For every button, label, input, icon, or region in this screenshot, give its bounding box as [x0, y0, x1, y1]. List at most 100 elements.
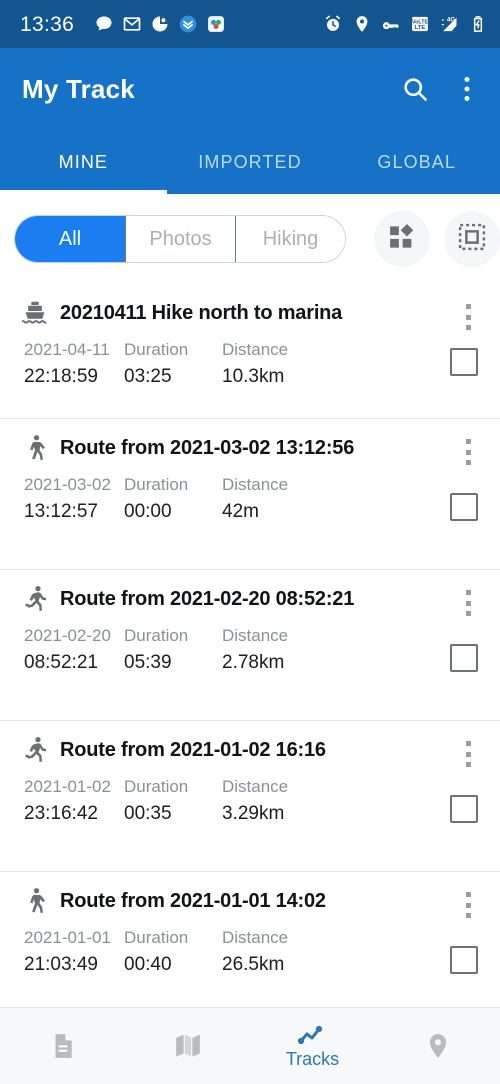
tab-global-label: GLOBAL [377, 151, 456, 172]
vpn-key-icon [381, 14, 401, 34]
track-stat-duration: Duration 05:39 [124, 624, 222, 676]
search-button[interactable] [400, 74, 430, 104]
distance-value: 3.29km [222, 802, 285, 824]
nav-places[interactable] [375, 1008, 500, 1084]
filter-chip-all[interactable]: All [15, 216, 125, 262]
track-date: 2021-02-20 [24, 626, 111, 645]
distance-value: 10.3km [222, 365, 285, 387]
dashed-select-icon [457, 222, 487, 257]
filter-chip-photos-label: Photos [149, 227, 212, 250]
pie-chart-icon [150, 14, 170, 34]
track-title: Route from 2021-01-01 14:02 [60, 889, 326, 912]
duration-label: Duration [124, 928, 189, 947]
selection-box-button[interactable] [444, 211, 500, 267]
track-stat-duration: Duration 00:35 [124, 775, 222, 827]
track-time: 22:18:59 [24, 365, 98, 387]
svg-text:LTE: LTE [415, 25, 426, 31]
track-stat-distance: Distance 10.3km [222, 338, 362, 390]
row-checkbox[interactable] [450, 946, 478, 974]
duration-label: Duration [124, 777, 189, 796]
tab-bar: MINE IMPORTED GLOBAL [0, 130, 500, 194]
nav-tracks-label: Tracks [285, 1049, 340, 1069]
track-date: 2021-01-02 [24, 777, 111, 796]
track-title: 20210411 Hike north to marina [60, 301, 343, 324]
track-title-line: Route from 2021-01-01 14:02 [20, 886, 486, 916]
table-row[interactable]: 20210411 Hike north to marina 2021-04-11… [0, 284, 500, 419]
track-title-line: Route from 2021-02-20 08:52:21 [20, 584, 486, 614]
signal-4g-icon: 4G [439, 14, 459, 34]
duration-value: 00:40 [124, 953, 172, 975]
running-icon [20, 735, 50, 765]
status-bar-left: 13:36 [20, 14, 226, 35]
row-overflow-button[interactable] [458, 439, 478, 465]
svg-text:4G: 4G [447, 17, 455, 24]
status-bar: 13:36 VoLTE LTE 4G [0, 0, 500, 48]
email-icon [122, 14, 142, 34]
distance-label: Distance [222, 928, 289, 947]
row-checkbox[interactable] [450, 348, 478, 376]
track-stats: 2021-01-01 21:03:49 Duration 00:40 Dista… [20, 926, 486, 978]
track-stat-date: 2021-02-20 08:52:21 [24, 624, 124, 676]
category-grid-button[interactable] [374, 211, 430, 267]
row-overflow-button[interactable] [458, 304, 478, 330]
row-overflow-button[interactable] [458, 590, 478, 616]
app-bar-actions [400, 74, 482, 104]
nav-documents[interactable] [0, 1008, 125, 1084]
filter-chip-hiking[interactable]: Hiking [235, 216, 345, 262]
filter-chip-all-label: All [58, 227, 82, 250]
bottom-navigation: Tracks [0, 1007, 500, 1084]
battery-icon [468, 14, 488, 34]
table-row[interactable]: Route from 2021-03-02 13:12:56 2021-03-0… [0, 419, 500, 570]
distance-label: Distance [222, 340, 289, 359]
track-stat-date: 2021-01-02 23:16:42 [24, 775, 124, 827]
track-title-line: Route from 2021-01-02 16:16 [20, 735, 486, 765]
line-chart-icon [297, 1024, 328, 1048]
download-chevrons-icon [178, 14, 198, 34]
nav-map[interactable] [125, 1008, 250, 1084]
row-checkbox[interactable] [450, 644, 478, 672]
track-stat-distance: Distance 3.29km [222, 775, 362, 827]
track-time: 23:16:42 [24, 802, 98, 824]
track-time: 13:12:57 [24, 500, 98, 522]
table-row[interactable]: Route from 2021-02-20 08:52:21 2021-02-2… [0, 570, 500, 721]
track-stats: 2021-04-11 22:18:59 Duration 03:25 Dista… [20, 338, 486, 390]
track-stats: 2021-03-02 13:12:57 Duration 00:00 Dista… [20, 473, 486, 525]
track-stats: 2021-01-02 23:16:42 Duration 00:35 Dista… [20, 775, 486, 827]
tab-global[interactable]: GLOBAL [333, 130, 500, 194]
track-stat-duration: Duration 00:00 [124, 473, 222, 525]
status-clock: 13:36 [20, 12, 75, 36]
overflow-menu-button[interactable] [452, 74, 482, 104]
tab-mine[interactable]: MINE [0, 130, 167, 194]
row-overflow-button[interactable] [458, 741, 478, 767]
track-date: 2021-04-11 [24, 340, 110, 359]
track-time: 08:52:21 [24, 651, 98, 673]
row-checkbox[interactable] [450, 795, 478, 823]
table-row[interactable]: Route from 2021-01-01 14:02 2021-01-01 2… [0, 872, 500, 1023]
row-checkbox[interactable] [450, 493, 478, 521]
row-overflow-button[interactable] [458, 892, 478, 918]
track-stat-date: 2021-04-11 22:18:59 [24, 338, 124, 390]
track-date: 2021-01-01 [24, 928, 111, 947]
status-bar-right: VoLTE LTE 4G [323, 14, 488, 34]
track-stat-distance: Distance 2.78km [222, 624, 362, 676]
track-stat-duration: Duration 03:25 [124, 338, 222, 390]
alarm-clock-icon [323, 14, 343, 34]
location-pin-icon [423, 1031, 453, 1061]
track-title-line: Route from 2021-03-02 13:12:56 [20, 433, 486, 463]
distance-value: 26.5km [222, 953, 285, 975]
filter-chip-photos[interactable]: Photos [125, 216, 235, 262]
tab-imported-label: IMPORTED [198, 151, 302, 172]
search-icon [401, 75, 429, 103]
filter-segmented-control: All Photos Hiking [14, 215, 346, 263]
track-list: 20210411 Hike north to marina 2021-04-11… [0, 284, 500, 1023]
tab-imported[interactable]: IMPORTED [167, 130, 334, 194]
track-date: 2021-03-02 [24, 475, 111, 494]
table-row[interactable]: Route from 2021-01-02 16:16 2021-01-02 2… [0, 721, 500, 872]
track-stat-distance: Distance 26.5km [222, 926, 362, 978]
chat-bubble-icon [94, 14, 114, 34]
nav-tracks[interactable]: Tracks [250, 1008, 375, 1084]
track-stat-date: 2021-01-01 21:03:49 [24, 926, 124, 978]
track-stat-duration: Duration 00:40 [124, 926, 222, 978]
distance-label: Distance [222, 626, 289, 645]
ferry-icon [20, 298, 50, 328]
